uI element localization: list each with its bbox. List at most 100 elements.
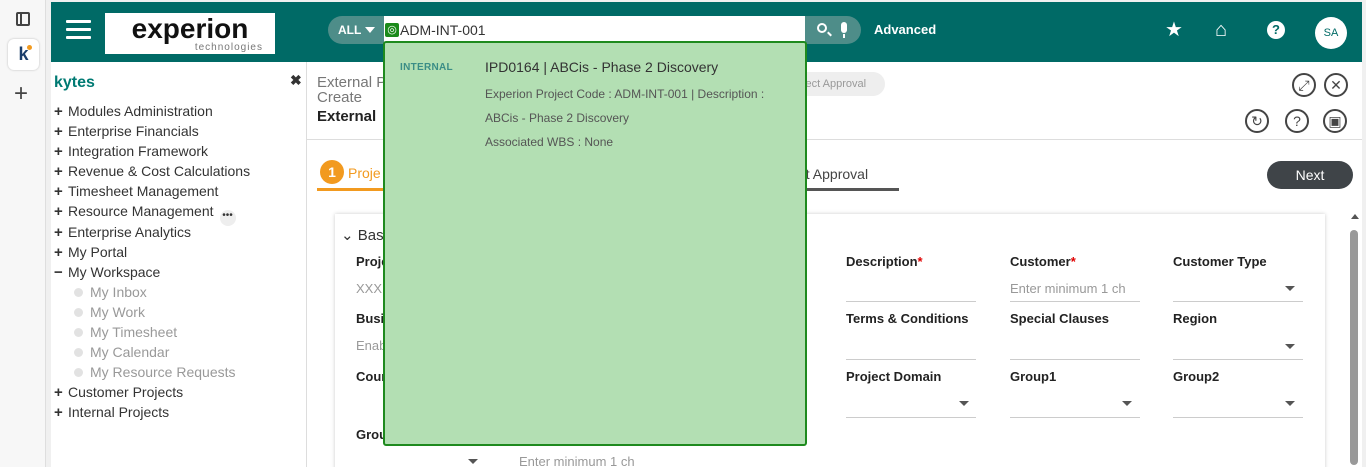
refresh-icon[interactable]: ↻: [1245, 109, 1269, 133]
scrollbar[interactable]: [1350, 210, 1360, 467]
sidebar-toggle-icon[interactable]: [16, 12, 30, 26]
field-label: Busi: [356, 311, 385, 326]
sidebar-item-my-portal[interactable]: + My Portal: [54, 244, 250, 264]
search-result-detail[interactable]: Associated WBS : None: [485, 135, 613, 149]
bullet-icon: [74, 307, 83, 317]
group-input[interactable]: Enter minimum 1 ch: [519, 454, 635, 467]
sidebar-item-enterprise-financials[interactable]: + Enterprise Financials: [54, 123, 250, 143]
caret-down-icon[interactable]: [1285, 401, 1295, 406]
scrollbar-thumb[interactable]: [1350, 230, 1358, 465]
scroll-up-icon[interactable]: [1351, 214, 1359, 219]
sidebar-subitem-my-resource-requests[interactable]: My Resource Requests: [54, 364, 250, 384]
caret-down-icon: [365, 27, 376, 33]
region-select[interactable]: [1173, 359, 1303, 360]
add-icon[interactable]: +: [14, 82, 28, 106]
sidebar-subitem-my-timesheet[interactable]: My Timesheet: [54, 324, 250, 344]
search-input[interactable]: [400, 16, 800, 44]
sidebar-item-customer-projects[interactable]: + Customer Projects: [54, 384, 250, 404]
sidebar-subitem-label: My Calendar: [90, 344, 170, 361]
required-marker: *: [917, 254, 923, 269]
special-clauses-field[interactable]: [1010, 359, 1140, 360]
search-result-detail[interactable]: ABCis - Phase 2 Discovery: [485, 111, 629, 125]
star-icon[interactable]: ★: [1165, 20, 1183, 40]
customer-input[interactable]: Enter minimum 1 ch: [1010, 281, 1126, 296]
expand-icon: +: [54, 223, 63, 241]
group1-select[interactable]: [1010, 417, 1140, 418]
caret-down-icon[interactable]: [1285, 344, 1295, 349]
close-icon[interactable]: ✕: [1324, 73, 1348, 97]
sidebar-subitem-label: My Timesheet: [90, 324, 178, 341]
user-avatar[interactable]: SA: [1315, 17, 1347, 49]
caret-down-icon[interactable]: [959, 401, 969, 406]
required-marker: *: [1070, 254, 1076, 269]
sidebar-item-resource-management[interactable]: + Resource Management •••: [54, 203, 250, 227]
advanced-search-link[interactable]: Advanced: [874, 22, 936, 37]
hamburger-menu-icon[interactable]: [66, 20, 91, 40]
target-icon: ◎: [385, 23, 399, 37]
search-icon[interactable]: [817, 23, 827, 33]
search-scope-dropdown[interactable]: ALL: [328, 16, 386, 44]
help-circle-icon[interactable]: ?: [1285, 109, 1309, 133]
logo-text: experion: [131, 13, 249, 44]
search-result-detail[interactable]: Experion Project Code : ADM-INT-001 | De…: [485, 87, 764, 101]
save-icon[interactable]: ▣: [1323, 109, 1347, 133]
collapse-icon: −: [54, 263, 63, 281]
sidebar-item-my-workspace[interactable]: − My Workspace: [54, 264, 250, 284]
region-label: Region: [1173, 311, 1218, 326]
close-icon[interactable]: ✖: [290, 72, 302, 89]
customer-type-select[interactable]: [1173, 301, 1303, 302]
sidebar-item-label: Internal Projects: [68, 404, 170, 421]
tab-project[interactable]: Proje: [348, 165, 381, 181]
description-field[interactable]: [846, 301, 976, 302]
sidebar-item-label: Enterprise Financials: [68, 123, 199, 140]
company-logo[interactable]: experion technologies: [105, 13, 275, 54]
sidebar-subitem-label: My Inbox: [90, 283, 147, 300]
group2-select[interactable]: [1173, 417, 1303, 418]
next-button[interactable]: Next: [1267, 161, 1353, 189]
sidebar-item-timesheet-management[interactable]: + Timesheet Management: [54, 183, 250, 203]
terms-field[interactable]: [846, 359, 976, 360]
caret-down-icon[interactable]: [1285, 286, 1295, 291]
sidebar-item-label: My Portal: [68, 243, 128, 260]
expand-icon: +: [54, 203, 63, 221]
home-icon[interactable]: ⌂: [1215, 20, 1227, 40]
sidebar-subitem-label: My Resource Requests: [90, 364, 236, 381]
global-search[interactable]: ◎: [384, 16, 805, 44]
description-label-text: Description: [846, 254, 918, 269]
project-domain-select[interactable]: [846, 417, 976, 418]
project-code-field[interactable]: XXX: [356, 281, 382, 296]
bullet-icon: [74, 368, 83, 378]
project-domain-label: Project Domain: [846, 369, 942, 384]
sidebar-item-label: Integration Framework: [68, 143, 209, 160]
sidebar-item-integration-framework[interactable]: + Integration Framework: [54, 143, 250, 163]
caret-down-icon[interactable]: [468, 459, 478, 464]
sidebar: kytes ✖ + Modules Administration + Enterpr…: [51, 62, 307, 467]
more-options-icon[interactable]: •••: [219, 210, 236, 227]
sidebar-item-modules-administration[interactable]: + Modules Administration: [54, 103, 250, 123]
sidebar-subitem-my-calendar[interactable]: My Calendar: [54, 344, 250, 364]
customer-type-label: Customer Type: [1173, 254, 1267, 269]
microphone-icon[interactable]: [841, 22, 847, 38]
expand-icon: +: [54, 163, 63, 181]
sidebar-subitem-my-inbox[interactable]: My Inbox: [54, 284, 250, 304]
sidebar-subitem-label: My Work: [90, 303, 145, 320]
customer-label: Customer*: [1010, 254, 1076, 269]
sidebar-item-revenue-cost[interactable]: + Revenue & Cost Calculations: [54, 163, 250, 183]
sidebar-item-label: Customer Projects: [68, 384, 184, 401]
section-header[interactable]: ⌄ Basi: [341, 226, 387, 244]
tab-underline: [791, 188, 899, 191]
step-number-badge: 1: [320, 160, 344, 184]
sidebar-item-enterprise-analytics[interactable]: + Enterprise Analytics: [54, 224, 250, 244]
kytes-app-icon[interactable]: k: [8, 39, 39, 70]
sidebar-subitem-my-work[interactable]: My Work: [54, 304, 250, 324]
business-field[interactable]: Enab: [356, 338, 386, 353]
expand-icon: +: [54, 183, 63, 201]
help-icon[interactable]: ?: [1267, 21, 1285, 39]
search-result-title[interactable]: IPD0164 | ABCis - Phase 2 Discovery: [485, 59, 718, 75]
group1-label: Group1: [1010, 369, 1057, 384]
sidebar-item-internal-projects[interactable]: + Internal Projects: [54, 404, 250, 424]
expand-icon: +: [54, 384, 63, 402]
expand-icon[interactable]: ⤢: [1292, 73, 1316, 97]
caret-down-icon[interactable]: [1122, 401, 1132, 406]
expand-icon: +: [54, 243, 63, 261]
